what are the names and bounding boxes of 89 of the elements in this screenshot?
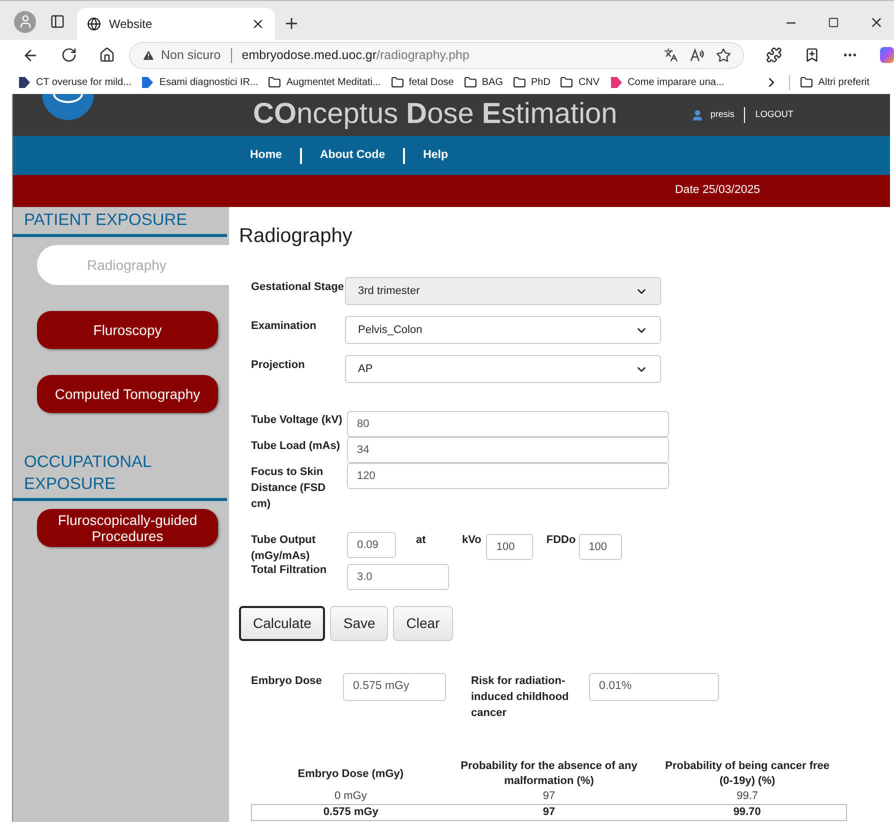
bookmark[interactable]: Augmentet Meditati...	[268, 74, 381, 90]
bookmark[interactable]: CNV	[560, 74, 600, 90]
user-icon	[691, 108, 704, 122]
column-header: Probability of being cancer free (0-19y) (%)	[664, 759, 831, 789]
folder-icon	[800, 76, 814, 88]
input-field[interactable]: 100	[486, 534, 534, 560]
select-field[interactable]: Pelvis_Colon	[345, 316, 661, 344]
field-label: Examination	[251, 319, 318, 334]
copilot-icon[interactable]	[880, 47, 894, 63]
reload-icon[interactable]	[61, 47, 77, 63]
field-label: kVo	[462, 533, 482, 548]
page-heading: Radiography	[239, 224, 354, 249]
bookmark[interactable]: Altri preferit	[800, 74, 870, 90]
browser-tab[interactable]: Website	[77, 8, 275, 40]
result-field[interactable]: 0.01%	[589, 673, 719, 701]
result-label: Embryo Dose	[251, 674, 323, 689]
form-button[interactable]: Calculate	[239, 606, 326, 641]
profile-icon[interactable]	[14, 10, 36, 32]
field-label: Tube Output (mGy/mAs)	[251, 533, 317, 564]
field-label: Tube Voltage (kV)	[251, 413, 344, 428]
bookmark[interactable]: CT overuse for mild...	[18, 74, 132, 90]
input-field[interactable]: 3.0	[347, 564, 449, 590]
address-bar[interactable]: Non sicuro embryodose.med.uoc.gr/radiography.php	[129, 42, 744, 68]
favorites-icon[interactable]	[804, 47, 820, 63]
warning-icon	[142, 48, 155, 62]
table-cell: 97	[450, 789, 648, 804]
extensions-icon[interactable]	[766, 47, 782, 63]
select-field[interactable]: AP	[345, 355, 661, 383]
close-icon[interactable]	[869, 15, 884, 30]
field-label: Tube Load (mAs)	[251, 439, 342, 454]
nav-link[interactable]: Help	[423, 146, 448, 164]
home-icon[interactable]	[99, 47, 115, 63]
folder-icon	[390, 76, 404, 88]
read-aloud-icon[interactable]	[690, 48, 704, 62]
bookmark[interactable]: PhD	[513, 74, 550, 90]
bookmark[interactable]: BAG	[464, 74, 503, 90]
field-label: Total Filtration	[251, 563, 328, 578]
nav-link[interactable]: About Code	[320, 146, 386, 164]
table-cell: 99.7	[648, 789, 846, 804]
security-label: Non sicuro	[161, 46, 221, 64]
result-label: Risk for radiation-induced childhood cancer	[471, 674, 570, 721]
site-title: COnceptus Dose Estimation	[253, 97, 618, 132]
translate-icon[interactable]	[664, 48, 678, 62]
sidebar-item[interactable]: Fluroscopically-guided Procedures	[37, 509, 218, 547]
result-field[interactable]: 0.575 mGy	[343, 673, 446, 701]
close-icon[interactable]	[251, 17, 265, 31]
site-icon	[18, 76, 31, 88]
sidebar-item[interactable]: Computed Tomography	[37, 375, 218, 413]
bookmark[interactable]: Esami diagnostici IR...	[141, 74, 258, 90]
field-label: Focus to Skin Distance (FSD cm)	[251, 465, 327, 512]
logout-link[interactable]: LOGOUT	[755, 108, 794, 122]
nav-link[interactable]: Home	[250, 146, 282, 164]
section-title: PATIENT EXPOSURE	[23, 210, 188, 231]
input-field[interactable]: 34	[347, 437, 669, 463]
input-field[interactable]: 100	[578, 534, 622, 560]
folder-icon	[268, 76, 282, 88]
folder-icon	[464, 76, 477, 88]
favorite-icon[interactable]	[716, 48, 732, 62]
column-header: Embryo Dose (mGy)	[296, 766, 405, 782]
user-name: presis	[710, 108, 734, 122]
site-icon	[141, 76, 154, 88]
date-text: Date 25/03/2025	[675, 183, 760, 198]
new-tab-icon[interactable]	[283, 15, 300, 32]
table-cell: 97	[450, 804, 648, 820]
folder-icon	[560, 76, 574, 88]
field-label: at	[416, 533, 427, 548]
site-icon	[610, 76, 623, 88]
globe-icon	[87, 17, 101, 31]
field-label: Projection	[251, 358, 306, 373]
field-label: Gestational Stage	[251, 280, 345, 295]
form-button[interactable]: Save	[330, 606, 388, 641]
maximize-icon[interactable]	[828, 17, 839, 28]
table-cell: 0.575 mGy	[252, 804, 450, 820]
input-field[interactable]: 0.09	[347, 532, 396, 558]
bookmark[interactable]: fetal Dose	[390, 74, 454, 90]
field-label: FDDo	[546, 533, 576, 548]
column-header: Probability for the absence of any malformation (%)	[460, 759, 638, 789]
bookmark[interactable]: Come imparare una...	[610, 74, 724, 90]
form-button[interactable]: Clear	[393, 606, 453, 641]
folder-icon	[513, 76, 526, 88]
url-text: embryodose.med.uoc.gr/radiography.php	[242, 46, 470, 64]
input-field[interactable]: 120	[347, 463, 669, 489]
tab-title: Website	[109, 16, 154, 33]
input-field[interactable]: 80	[347, 411, 669, 437]
table-cell: 99.70	[648, 804, 846, 820]
table-cell: 0 mGy	[252, 789, 450, 804]
sidebar-item[interactable]: Fluroscopy	[37, 311, 218, 349]
tab-panel-icon[interactable]	[50, 14, 65, 29]
section-title: OCCUPATIONAL EXPOSURE	[23, 452, 152, 495]
